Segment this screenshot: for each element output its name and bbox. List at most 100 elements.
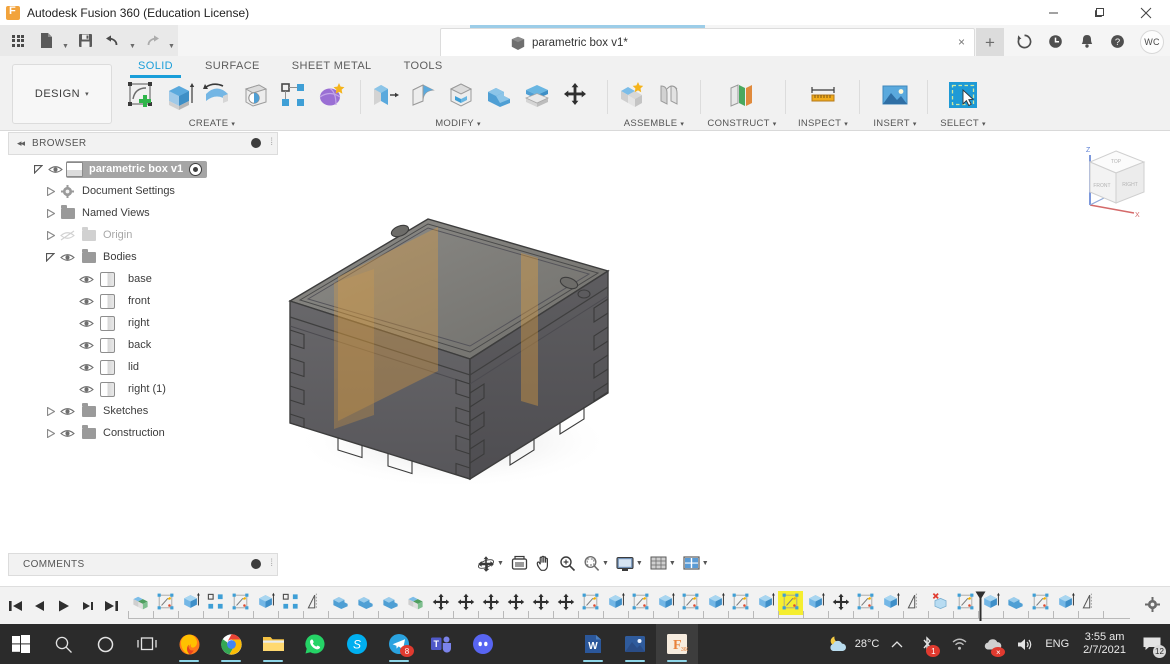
visibility-eye-icon[interactable] [76,334,97,356]
timeline-settings-button[interactable] [1145,597,1160,615]
file-menu-button[interactable] [33,28,59,53]
offset-plane-button[interactable] [723,75,761,115]
joint-button[interactable] [651,75,689,115]
tab-solid[interactable]: SOLID [122,56,189,78]
tree-item-body-back[interactable]: back [8,334,276,356]
group-label-select[interactable]: SELECT ▾ [933,118,993,129]
bluetooth-tray-button[interactable]: 1 [909,624,945,664]
microsoft-word-button[interactable]: W [572,624,614,664]
group-label-create[interactable]: CREATE ▾ [112,118,312,129]
viewports-button[interactable]: ▼ [680,552,712,575]
zoom-window-button[interactable]: ▼ [580,552,612,575]
volume-button[interactable] [1010,624,1039,664]
show-data-panel-button[interactable] [5,28,31,53]
chevron-down-icon[interactable]: ▼ [702,560,709,567]
maximize-button[interactable] [1076,0,1122,25]
collapse-browser-icon[interactable]: ◂◂ [17,138,25,149]
display-settings-button[interactable]: ▼ [613,552,646,575]
insert-canvas-button[interactable] [876,75,914,115]
chevron-down-icon[interactable]: ▼ [602,560,609,567]
hole-button[interactable] [236,75,274,115]
tree-item-body-front[interactable]: front [8,290,276,312]
search-button[interactable] [42,624,84,664]
collapse-arrow-icon[interactable] [44,180,57,202]
group-label-assemble[interactable]: ASSEMBLE ▾ [613,118,695,129]
step-forward-button[interactable] [76,593,98,619]
visibility-eye-icon[interactable] [45,158,66,180]
language-indicator[interactable]: ENG [1039,624,1075,664]
clock-widget[interactable]: 3:55 am 2/7/2021 [1075,624,1134,664]
redo-button[interactable] [139,28,165,53]
go-to-end-button[interactable] [100,593,122,619]
task-view-button[interactable] [126,624,168,664]
tree-item-body-right[interactable]: right [8,312,276,334]
start-button[interactable] [0,624,42,664]
new-document-tab-button[interactable]: + [976,28,1004,56]
tab-sheet-metal[interactable]: SHEET METAL [276,56,388,76]
group-label-insert[interactable]: INSERT ▾ [865,118,925,129]
press-pull-button[interactable] [366,75,404,115]
document-tab-parametric-box[interactable]: parametric box v1* × [440,28,975,57]
tree-item-document-settings[interactable]: Document Settings [8,180,276,202]
visibility-eye-icon[interactable] [76,378,97,400]
visibility-eye-icon[interactable] [57,246,78,268]
tree-item-body-base[interactable]: base [8,268,276,290]
expand-arrow-icon[interactable] [32,158,45,180]
tree-item-bodies[interactable]: Bodies [8,246,276,268]
root-component-chip[interactable]: parametric box v1 [66,160,208,178]
chevron-down-icon[interactable]: ▼ [669,560,676,567]
tree-item-body-lid[interactable]: lid [8,356,276,378]
tree-item-body-right-1[interactable]: right (1) [8,378,276,400]
parametric-box-model[interactable] [278,131,1170,583]
whatsapp-button[interactable] [294,624,336,664]
expand-arrow-icon[interactable] [44,246,57,268]
fusion360-button[interactable]: F 360 [656,624,698,664]
visibility-eye-icon[interactable] [76,290,97,312]
help-icon[interactable]: ? [1109,33,1126,50]
step-back-button[interactable] [28,593,50,619]
activate-component-radio[interactable] [189,162,203,176]
create-sketch-button[interactable] [122,75,160,115]
weather-widget[interactable]: 28°C [819,624,886,664]
orbit-button[interactable]: ▼ [474,552,507,575]
notifications-icon[interactable] [1078,33,1095,50]
panel-dot-icon[interactable] [251,138,261,148]
recent-activity-icon[interactable] [1047,33,1064,50]
comments-panel-header[interactable]: COMMENTS ⁞ [8,553,278,576]
microsoft-teams-button[interactable]: T [420,624,462,664]
visibility-eye-icon[interactable] [76,312,97,334]
move-copy-button[interactable] [556,75,594,115]
timeline-track[interactable] [128,591,1130,621]
grid-snaps-button[interactable]: ▼ [647,552,679,575]
tree-item-named-views[interactable]: Named Views [8,202,276,224]
browser-panel-header[interactable]: ◂◂ BROWSER ⁞ [8,132,278,155]
panel-dot-icon[interactable] [251,559,261,569]
undo-button[interactable] [100,28,126,53]
job-status-icon[interactable] [1016,33,1033,50]
file-menu-caret-icon[interactable]: ▼ [61,25,70,57]
split-body-button[interactable] [518,75,556,115]
collapse-arrow-icon[interactable] [44,224,57,246]
close-document-tab-icon[interactable]: × [958,36,965,48]
group-label-construct[interactable]: CONSTRUCT ▾ [706,118,778,129]
fillet-button[interactable] [404,75,442,115]
shell-button[interactable] [442,75,480,115]
new-component-button[interactable] [613,75,651,115]
file-explorer-button[interactable] [252,624,294,664]
collapse-arrow-icon[interactable] [44,202,57,224]
group-label-inspect[interactable]: INSPECT ▾ [791,118,855,129]
group-label-modify[interactable]: MODIFY ▾ [358,118,558,129]
tree-item-sketches[interactable]: Sketches [8,400,276,422]
chrome-button[interactable] [210,624,252,664]
tree-item-construction[interactable]: Construction [8,422,276,444]
go-to-beginning-button[interactable] [4,593,26,619]
combine-button[interactable] [480,75,518,115]
pan-button[interactable] [532,552,555,575]
timeline-end-marker[interactable] [975,591,986,621]
tree-item-origin[interactable]: Origin [8,224,276,246]
zoom-button[interactable] [556,552,579,575]
save-button[interactable] [72,28,98,53]
tab-surface[interactable]: SURFACE [189,56,276,76]
redo-caret-icon[interactable]: ▼ [167,25,176,57]
pattern-button[interactable] [274,75,312,115]
